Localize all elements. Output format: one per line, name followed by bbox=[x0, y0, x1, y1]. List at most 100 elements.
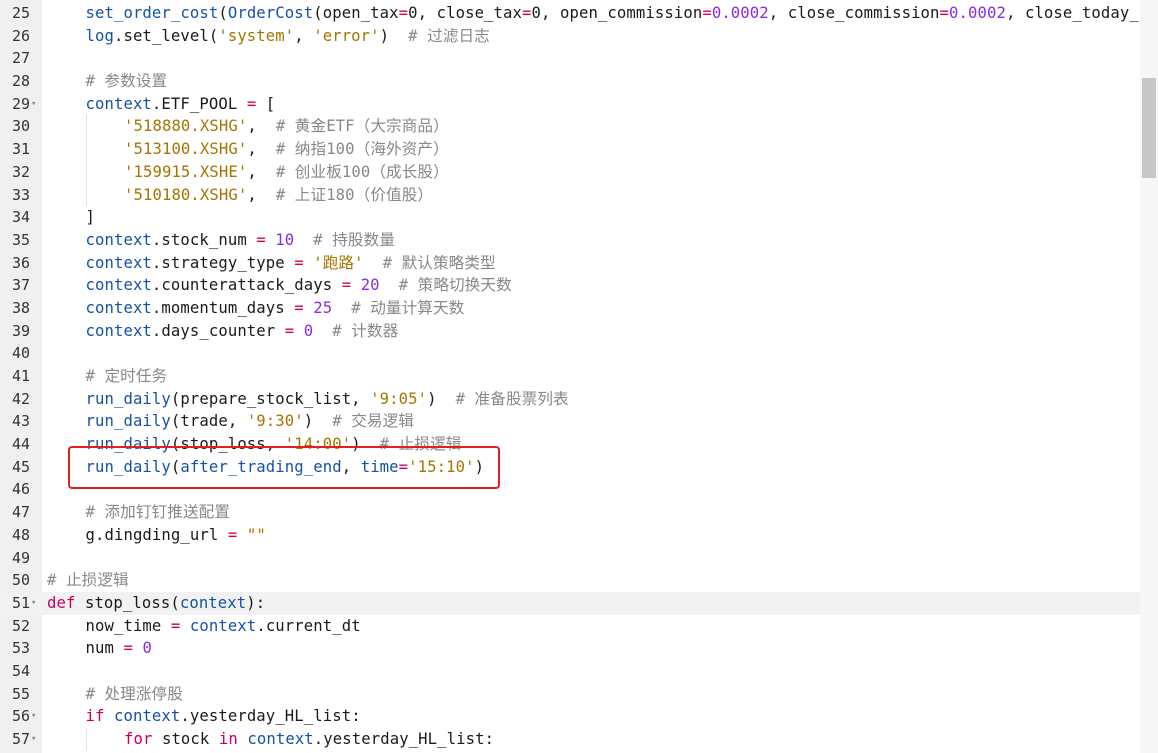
code-token-ctx: time bbox=[360, 457, 399, 476]
code-line[interactable]: 56 ▾ if context.yesterday_HL_list: bbox=[0, 705, 1140, 728]
code-text: ] bbox=[86, 206, 96, 229]
code-token-op: = bbox=[398, 4, 409, 22]
code-token-com: # 动量计算天数 bbox=[351, 298, 465, 317]
code-text: for stock in context.yesterday_HL_list: bbox=[124, 728, 494, 751]
code-token-plain: (stop_loss, bbox=[170, 435, 285, 454]
line-number: 28 bbox=[11, 72, 30, 91]
code-editor[interactable]: 25 set_order_cost(OrderCost(open_tax=0, c… bbox=[0, 0, 1158, 753]
fold-chevron-icon[interactable]: ▾ bbox=[31, 592, 36, 615]
code-token-plain: (prepare_stock_list, bbox=[170, 389, 371, 408]
code-line[interactable]: 25 set_order_cost(OrderCost(open_tax=0, c… bbox=[0, 2, 1140, 25]
code-text: # 定时任务 bbox=[86, 365, 168, 388]
code-token-com: # 默认策略类型 bbox=[382, 253, 496, 272]
code-token-func: OrderCost bbox=[227, 4, 314, 22]
code-line[interactable]: 53 num = 0 bbox=[0, 637, 1140, 660]
code-line[interactable]: 46 bbox=[0, 478, 1140, 501]
code-token-plain: .current_dt bbox=[256, 616, 361, 635]
code-line[interactable]: 26 log.set_level('system', 'error') # 过滤日… bbox=[0, 25, 1140, 48]
line-number: 29 bbox=[11, 94, 30, 113]
code-text: context.ETF_POOL = [ bbox=[86, 93, 276, 116]
code-line[interactable]: 29 ▾ context.ETF_POOL = [ bbox=[0, 93, 1140, 116]
scrollbar-thumb[interactable] bbox=[1142, 78, 1156, 178]
code-token-plain: .ETF_POOL bbox=[151, 94, 247, 113]
code-token-func: set_order_cost bbox=[85, 4, 219, 22]
code-line[interactable]: 47 # 添加钉钉推送配置 bbox=[0, 501, 1140, 524]
code-line[interactable]: 54 bbox=[0, 660, 1140, 683]
vertical-scrollbar[interactable] bbox=[1140, 0, 1158, 753]
code-token-com: # 创业板100（成长股） bbox=[275, 162, 449, 181]
code-token-plain: ( bbox=[170, 457, 181, 476]
code-token-num: 25 bbox=[313, 298, 333, 317]
code-token-str: '9:30' bbox=[246, 412, 304, 431]
code-line[interactable]: 43 run_daily(trade, '9:30') # 交易逻辑 bbox=[0, 410, 1140, 433]
line-number: 34 bbox=[11, 208, 30, 227]
line-number: 54 bbox=[11, 661, 30, 680]
line-number: 55 bbox=[11, 684, 30, 703]
fold-chevron-icon[interactable]: ▾ bbox=[31, 728, 36, 751]
code-line[interactable]: 36 context.strategy_type = '跑路' # 默认策略类型 bbox=[0, 252, 1140, 275]
fold-chevron-icon[interactable]: ▾ bbox=[31, 705, 36, 728]
code-token-plain: ): bbox=[246, 593, 266, 612]
code-line[interactable]: 28 # 参数设置 bbox=[0, 70, 1140, 93]
code-line[interactable]: 42 run_daily(prepare_stock_list, '9:05') … bbox=[0, 388, 1140, 411]
code-token-com: # 纳指100（海外资产） bbox=[275, 140, 449, 159]
fold-chevron-icon[interactable]: ▾ bbox=[31, 93, 36, 116]
line-number: 51 bbox=[11, 593, 30, 612]
code-token-ctx: context bbox=[85, 230, 152, 249]
code-line[interactable]: 39 context.days_counter = 0 # 计数器 bbox=[0, 320, 1140, 343]
code-line[interactable]: 50 # 止损逻辑 bbox=[0, 569, 1140, 592]
code-token-com: # 定时任务 bbox=[85, 367, 168, 385]
code-text: def stop_loss(context): bbox=[47, 592, 265, 615]
code-token-func: run_daily bbox=[85, 389, 171, 408]
code-token-plain: , close_commission bbox=[768, 4, 940, 22]
code-line[interactable]: 37 context.counterattack_days = 20 # 策略切换… bbox=[0, 274, 1140, 297]
code-token-plain: .counterattack_days bbox=[151, 276, 342, 295]
code-token-kw: if bbox=[85, 707, 105, 726]
code-text: set_order_cost(OrderCost(open_tax=0, clo… bbox=[86, 2, 1139, 25]
indent-guide bbox=[85, 183, 87, 207]
line-number: 38 bbox=[11, 298, 30, 317]
code-token-com: # 止损逻辑 bbox=[379, 435, 462, 454]
code-token-com: # 止损逻辑 bbox=[47, 571, 129, 590]
code-line[interactable]: 33 '510180.XSHG', # 上证180（价值股） bbox=[0, 183, 1140, 207]
code-line[interactable]: 55 # 处理涨停股 bbox=[0, 683, 1140, 706]
code-line[interactable]: 38 context.momentum_days = 25 # 动量计算天数 bbox=[0, 297, 1140, 320]
code-line[interactable]: 40 bbox=[0, 342, 1140, 365]
code-token-plain: , bbox=[247, 185, 276, 204]
line-number: 44 bbox=[11, 435, 30, 454]
code-token-str: '14:00' bbox=[284, 435, 352, 454]
code-token-plain: .set_level( bbox=[113, 26, 219, 45]
code-token-plain: ) bbox=[303, 412, 333, 431]
line-number: 52 bbox=[11, 616, 30, 635]
code-line[interactable]: 35 context.stock_num = 10 # 持股数量 bbox=[0, 229, 1140, 252]
code-line[interactable]: 44 run_daily(stop_loss, '14:00') # 止损逻辑 bbox=[0, 433, 1140, 456]
code-token-com: # 交易逻辑 bbox=[332, 412, 414, 431]
code-text: g.dingding_url = "" bbox=[86, 524, 266, 547]
code-line[interactable]: 45 run_daily(after_trading_end, time='15:… bbox=[0, 456, 1140, 479]
code-line[interactable]: 57 ▾ for stock in context.yesterday_HL_lis… bbox=[0, 728, 1140, 751]
code-line[interactable]: 34] bbox=[0, 206, 1140, 229]
code-line[interactable]: 30 '518880.XSHG', # 黄金ETF（大宗商品） bbox=[0, 115, 1140, 139]
code-line[interactable]: 31 '513100.XSHG', # 纳指100（海外资产） bbox=[0, 138, 1140, 161]
code-token-plain: , bbox=[247, 140, 276, 159]
code-token-str: 'error' bbox=[313, 26, 380, 45]
code-line[interactable]: 51 ▾ def stop_loss(context): bbox=[0, 591, 1140, 615]
code-text: # 止损逻辑 bbox=[47, 569, 129, 592]
code-text: context.momentum_days = 25 # 动量计算天数 bbox=[86, 297, 465, 320]
code-line[interactable]: 52 now_time = context.current_dt bbox=[0, 615, 1140, 638]
code-token-op: = bbox=[246, 94, 257, 113]
code-line[interactable]: 32 '159915.XSHE', # 创业板100（成长股） bbox=[0, 160, 1140, 184]
code-token-func: run_daily bbox=[85, 412, 171, 431]
code-line[interactable]: 27 bbox=[0, 47, 1140, 70]
code-text: context.counterattack_days = 20 # 策略切换天数 bbox=[86, 274, 512, 297]
indent-guide bbox=[85, 160, 87, 184]
code-line[interactable]: 41 # 定时任务 bbox=[0, 365, 1140, 388]
code-token-str: '跑路' bbox=[313, 253, 364, 272]
code-line[interactable]: 49 bbox=[0, 547, 1140, 570]
code-token-kw: for bbox=[124, 730, 153, 748]
code-line[interactable]: 48 g.dingding_url = "" bbox=[0, 524, 1140, 547]
code-token-ctx: context bbox=[85, 253, 152, 272]
